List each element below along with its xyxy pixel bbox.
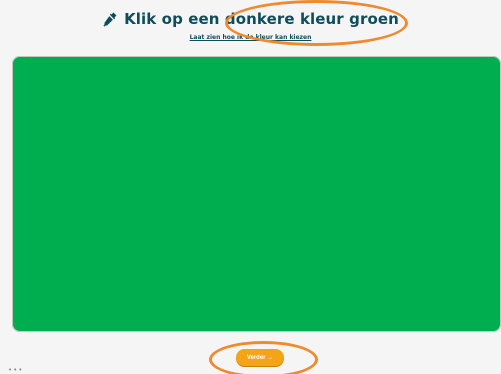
more-options-icon: ••• xyxy=(8,366,24,374)
help-link[interactable]: Laat zien hoe ik de kleur kan kiezen xyxy=(0,34,501,41)
page-title: Klik op een donkere kleur groen xyxy=(102,10,399,28)
page-header: Klik op een donkere kleur groen Laat zie… xyxy=(0,10,501,41)
color-selection-area[interactable] xyxy=(12,56,501,332)
eyedropper-icon xyxy=(102,11,118,27)
color-picking-page: Klik op een donkere kleur groen Laat zie… xyxy=(0,0,501,374)
page-title-text: Klik op een donkere kleur groen xyxy=(124,10,399,28)
continue-button[interactable]: Verder → xyxy=(236,349,284,366)
